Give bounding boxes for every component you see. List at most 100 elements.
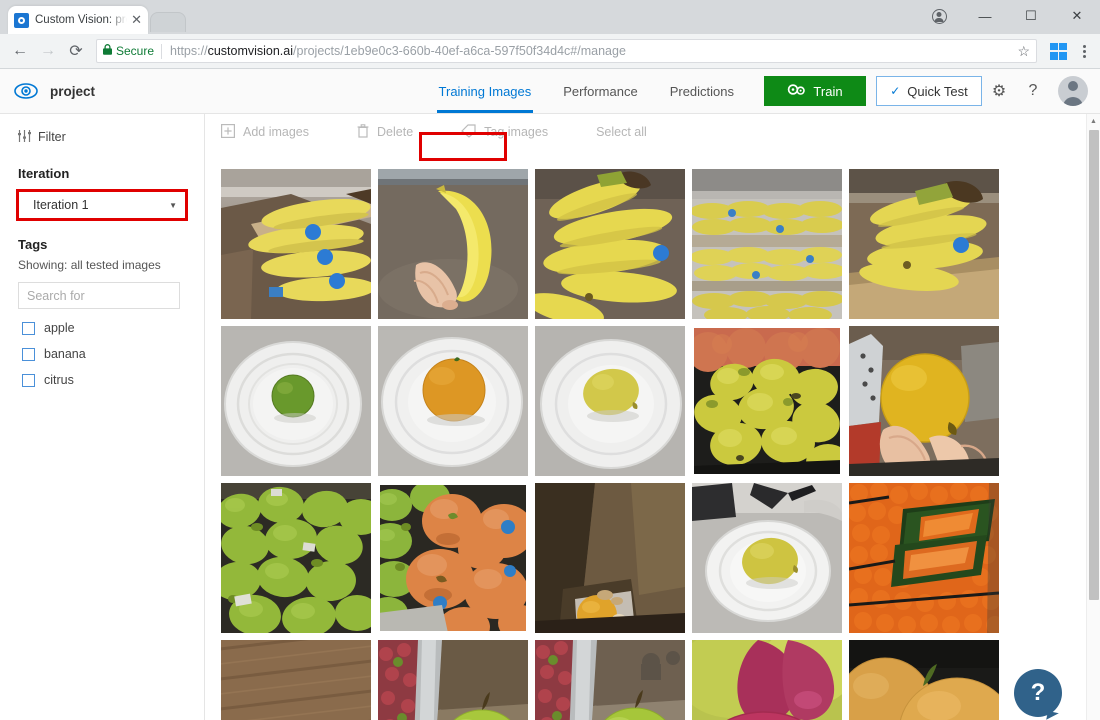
training-image-thumbnail[interactable] (692, 483, 842, 633)
filter-icon (18, 129, 31, 145)
forward-icon[interactable]: → (34, 37, 62, 65)
delete-button[interactable]: Delete (357, 123, 414, 141)
tab-training-images-label: Training Images (438, 83, 532, 99)
training-image-thumbnail[interactable] (692, 169, 842, 319)
images-toolbar: Add images Delete Tag images Select all (205, 114, 1100, 150)
checkbox-icon (22, 321, 35, 335)
close-tab-icon[interactable]: ✕ (131, 12, 142, 28)
iteration-select[interactable]: Iteration 1 ▼ (18, 191, 186, 219)
windows-extension-icon[interactable] (1050, 42, 1067, 60)
browser-titlebar: Custom Vision: project - ✕ — ☐ ✕ (0, 0, 1100, 34)
help-chat-bubble-icon[interactable]: ? (1014, 669, 1062, 717)
settings-gear-icon[interactable]: ⚙ (982, 69, 1016, 114)
training-image-thumbnail[interactable] (535, 640, 685, 720)
training-image-thumbnail[interactable] (535, 483, 685, 633)
train-button[interactable]: Train (764, 76, 866, 106)
grid-scrollbar[interactable]: ▲ ▼ (1086, 114, 1100, 720)
tab-predictions[interactable]: Predictions (654, 69, 750, 113)
url-text: https://customvision.ai/projects/1eb9e0c… (170, 44, 626, 58)
page-title: project (50, 83, 96, 99)
quick-test-button[interactable]: ✓ Quick Test (876, 76, 982, 106)
showing-label: Showing: all tested images (18, 258, 161, 272)
training-image-thumbnail[interactable] (378, 169, 528, 319)
training-image-thumbnail[interactable] (378, 483, 528, 633)
browser-menu-icon[interactable] (1074, 39, 1094, 63)
training-image-thumbnail[interactable] (378, 326, 528, 476)
omnibox-divider (161, 43, 163, 59)
tag-icon (461, 123, 476, 141)
tag-label-citrus: citrus (44, 373, 74, 387)
image-grid-scroll-area (205, 150, 1086, 720)
close-window-button[interactable]: ✕ (1054, 0, 1100, 32)
add-images-button[interactable]: Add images (221, 123, 309, 141)
training-image-thumbnail[interactable] (221, 326, 371, 476)
quick-test-button-label: Quick Test (907, 83, 968, 99)
lock-glyph-svg (103, 44, 112, 55)
training-image-thumbnail[interactable] (849, 326, 999, 476)
add-image-icon (221, 123, 236, 141)
check-icon: ✓ (890, 84, 901, 98)
new-tab-button[interactable] (150, 12, 186, 32)
tag-label-apple: apple (44, 321, 75, 335)
secure-label: Secure (116, 44, 155, 58)
training-image-thumbnail[interactable] (221, 640, 371, 720)
app-body: Filter Iteration Iteration 1 ▼ Tags Show… (0, 114, 1100, 720)
training-image-thumbnail[interactable] (221, 169, 371, 319)
tab-predictions-label: Predictions (669, 83, 734, 99)
train-button-label: Train (813, 83, 843, 99)
tag-checkbox-citrus[interactable]: citrus (0, 361, 204, 387)
iteration-select-value: Iteration 1 (33, 198, 89, 212)
scroll-up-arrow-icon[interactable]: ▲ (1087, 114, 1100, 128)
training-image-thumbnail[interactable] (535, 326, 685, 476)
tab-training-images[interactable]: Training Images (423, 69, 548, 113)
tag-checkbox-apple[interactable]: apple (0, 309, 204, 335)
bookmark-star-icon[interactable]: ☆ (1017, 43, 1030, 60)
main-content: Add images Delete Tag images Select all … (205, 114, 1100, 720)
tag-search-wrapper (0, 272, 204, 309)
filter-label: Filter (38, 130, 66, 144)
training-image-thumbnail[interactable] (535, 169, 685, 319)
profile-icon (931, 8, 947, 24)
training-image-thumbnail[interactable] (221, 483, 371, 633)
tag-images-label: Tag images (484, 125, 549, 139)
scrollbar-thumb[interactable] (1089, 130, 1099, 600)
custom-vision-eye-icon (14, 79, 38, 103)
training-image-thumbnail[interactable] (849, 169, 999, 319)
user-avatar[interactable] (1058, 76, 1088, 106)
tag-checkbox-banana[interactable]: banana (0, 335, 204, 361)
tag-search-input[interactable] (18, 282, 180, 309)
url-domain: customvision.ai (207, 44, 294, 58)
training-image-thumbnail[interactable] (849, 640, 999, 720)
url-path: /projects/1eb9e0c3-660b-40ef-a6ca-597f50… (293, 44, 626, 58)
reload-icon[interactable]: ⟳ (62, 37, 90, 65)
gears-icon (787, 83, 806, 100)
training-image-thumbnail[interactable] (378, 640, 528, 720)
sidebar: Filter Iteration Iteration 1 ▼ Tags Show… (0, 114, 205, 720)
tab-performance[interactable]: Performance (547, 69, 653, 113)
browser-tab[interactable]: Custom Vision: project - ✕ (8, 6, 148, 34)
filter-button[interactable]: Filter (0, 126, 204, 148)
address-bar[interactable]: Secure https://customvision.ai/projects/… (96, 39, 1037, 63)
tag-label-banana: banana (44, 347, 86, 361)
checkbox-icon (22, 347, 35, 361)
delete-label: Delete (377, 125, 414, 139)
training-image-thumbnail[interactable] (692, 326, 842, 476)
checkbox-icon (22, 373, 35, 387)
back-icon[interactable]: ← (6, 37, 34, 65)
tag-images-button[interactable]: Tag images (461, 123, 549, 141)
url-scheme: https:// (170, 44, 208, 58)
lock-icon (103, 44, 112, 58)
maximize-button[interactable]: ☐ (1008, 0, 1054, 32)
app-nav: Training Images Performance Predictions … (423, 69, 1100, 113)
help-question-icon[interactable]: ? (1016, 69, 1050, 114)
training-image-thumbnail[interactable] (692, 640, 842, 720)
select-all-label: Select all (596, 125, 647, 139)
tags-heading: Tags (18, 237, 48, 252)
select-all-button[interactable]: Select all (596, 125, 647, 139)
training-image-thumbnail[interactable] (849, 483, 999, 633)
window-controls: — ☐ ✕ (916, 0, 1100, 32)
tab-performance-label: Performance (563, 83, 638, 99)
minimize-button[interactable]: — (962, 0, 1008, 32)
browser-profile-button[interactable] (916, 0, 962, 32)
app-header: project Training Images Performance Pred… (0, 69, 1100, 161)
